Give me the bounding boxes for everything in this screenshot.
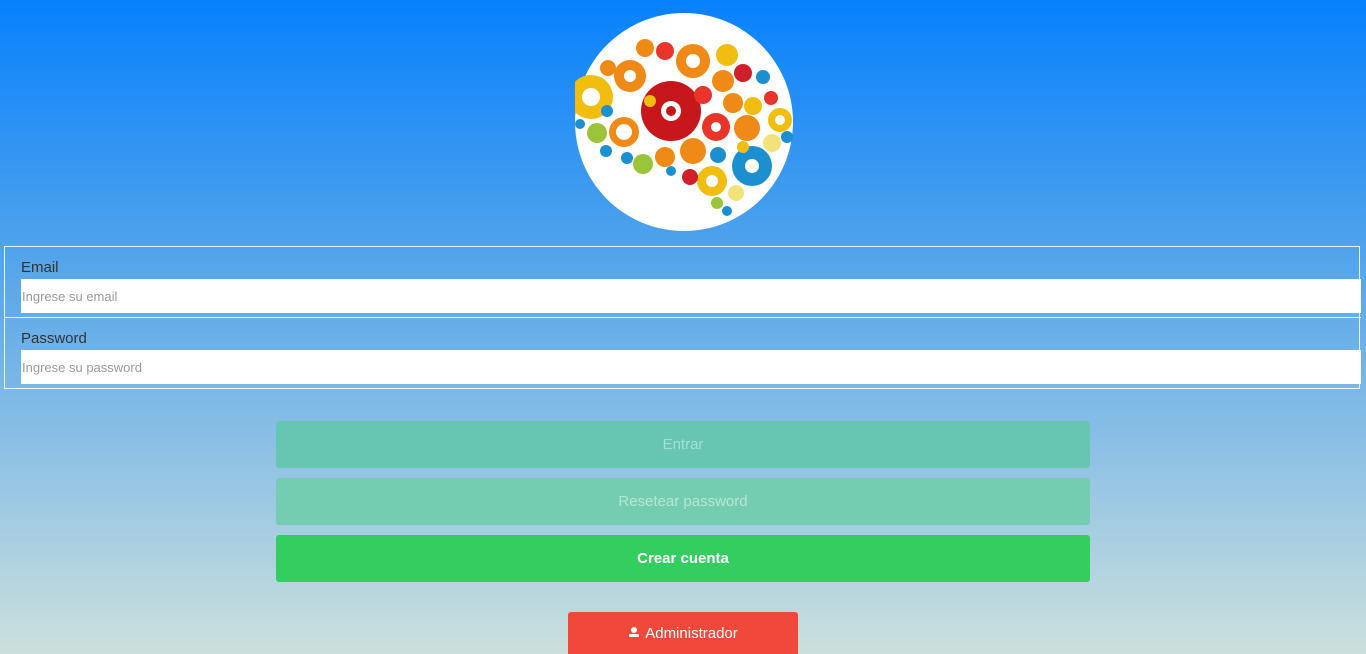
admin-button[interactable]: Administrador: [568, 612, 798, 654]
admin-button-label: Administrador: [645, 624, 738, 642]
login-button[interactable]: Entrar: [276, 421, 1090, 468]
password-label: Password: [21, 330, 87, 347]
email-group: Email: [5, 247, 1361, 318]
reset-password-button[interactable]: Resetear password: [276, 478, 1090, 525]
brain-gears-icon: [569, 13, 793, 231]
create-account-button[interactable]: Crear cuenta: [276, 535, 1090, 582]
user-icon: [628, 625, 640, 642]
password-input[interactable]: [21, 350, 1361, 384]
email-label: Email: [21, 259, 59, 276]
login-form: Email Password: [4, 246, 1361, 389]
brain-gears-logo: [569, 13, 793, 231]
password-group: Password: [5, 318, 1361, 388]
email-input[interactable]: [21, 279, 1361, 313]
